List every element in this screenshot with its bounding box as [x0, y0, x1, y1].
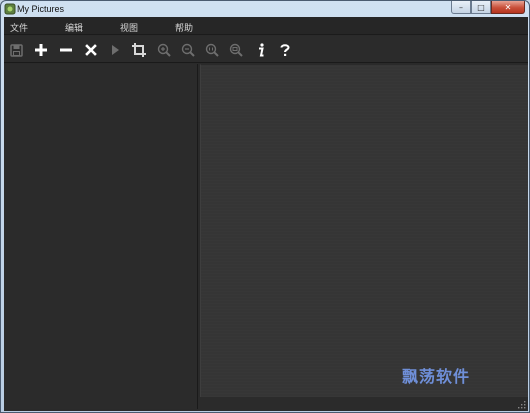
delete-button[interactable] — [82, 41, 100, 59]
minimize-button[interactable]: – — [451, 1, 471, 14]
help-icon — [280, 44, 290, 56]
maximize-button[interactable]: □ — [471, 1, 491, 14]
menu-file[interactable]: 文件 — [10, 21, 28, 34]
title-bar[interactable]: My Pictures – □ ✕ — [1, 1, 529, 17]
help-button[interactable] — [276, 41, 294, 59]
folder-panel[interactable] — [4, 64, 198, 409]
slideshow-button[interactable] — [106, 41, 124, 59]
delete-icon — [85, 44, 97, 56]
remove-button[interactable] — [57, 41, 75, 59]
crop-icon — [132, 43, 146, 57]
crop-button[interactable] — [130, 41, 148, 59]
menu-bar: 文件 编辑 视图 帮助 — [4, 17, 528, 35]
close-button[interactable]: ✕ — [491, 1, 525, 14]
zoom-fit-icon — [229, 43, 243, 57]
client-area: 文件 编辑 视图 帮助 — [4, 17, 528, 411]
zoom-out-button[interactable] — [179, 41, 197, 59]
image-viewer[interactable] — [200, 64, 528, 397]
play-icon — [112, 45, 119, 55]
window-title: My Pictures — [17, 4, 65, 14]
app-icon — [4, 3, 16, 15]
save-icon — [9, 43, 23, 57]
zoom-actual-button[interactable] — [203, 41, 221, 59]
toolbar — [4, 36, 528, 63]
info-icon — [259, 43, 264, 57]
add-button[interactable] — [32, 41, 50, 59]
remove-icon — [60, 48, 72, 52]
zoom-in-icon — [157, 43, 171, 57]
app-window: My Pictures – □ ✕ 文件 编辑 视图 帮助 飘荡软件 — [0, 0, 530, 413]
status-bar — [198, 397, 528, 411]
zoom-in-button[interactable] — [155, 41, 173, 59]
add-icon — [35, 44, 47, 56]
menu-help[interactable]: 帮助 — [175, 21, 193, 34]
resize-grip-icon[interactable] — [518, 401, 526, 409]
menu-view[interactable]: 视图 — [120, 21, 138, 34]
zoom-actual-icon — [205, 43, 219, 57]
zoom-out-icon — [181, 43, 195, 57]
info-button[interactable] — [252, 41, 270, 59]
zoom-fit-button[interactable] — [227, 41, 245, 59]
save-button[interactable] — [7, 41, 25, 59]
watermark-logo: 飘荡软件 — [402, 367, 471, 386]
menu-edit[interactable]: 编辑 — [65, 21, 83, 34]
window-controls: – □ ✕ — [451, 1, 525, 15]
